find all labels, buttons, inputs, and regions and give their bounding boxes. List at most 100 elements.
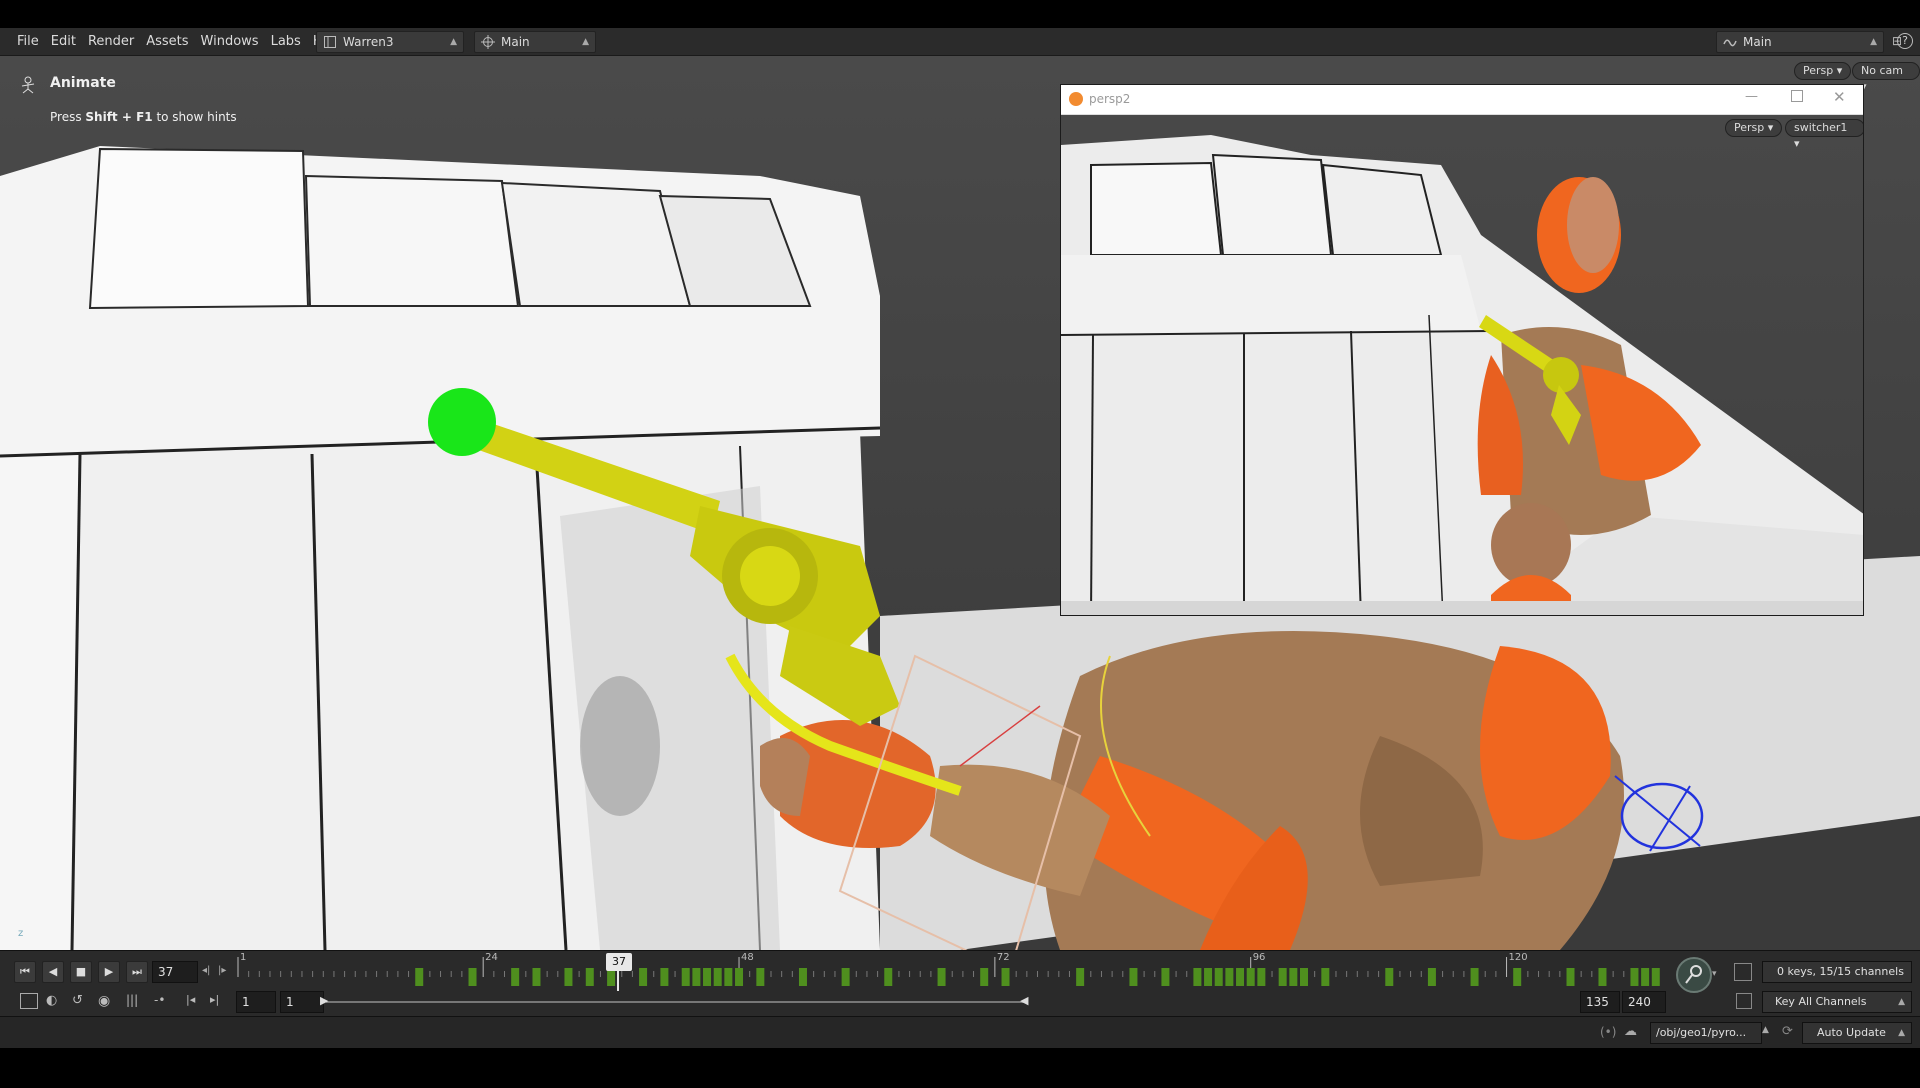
keyframe-marker[interactable] — [1651, 968, 1660, 986]
close-icon[interactable]: ✕ — [1833, 88, 1846, 106]
keyframe-marker[interactable] — [1225, 968, 1234, 986]
keys-button[interactable] — [1676, 957, 1712, 993]
menu-render[interactable]: Render — [82, 28, 140, 56]
keyframe-marker[interactable] — [639, 968, 648, 986]
keyframe-marker[interactable] — [735, 968, 744, 986]
key-mode-icon[interactable] — [1736, 993, 1752, 1009]
context-selector[interactable]: Main ▲ — [1716, 31, 1884, 53]
range-end-field[interactable]: 135 — [1580, 991, 1620, 1013]
keyframe-marker[interactable] — [1641, 968, 1650, 986]
persp2-viewport[interactable]: Persp ▾ switcher1 ▾ — [1061, 115, 1863, 615]
keyframe-marker[interactable] — [724, 968, 733, 986]
persp2-persp-menu[interactable]: Persp ▾ — [1725, 119, 1783, 137]
cloud-icon[interactable]: ☁ — [1624, 1024, 1637, 1039]
keyframe-marker[interactable] — [468, 968, 477, 986]
menu-assets[interactable]: Assets — [140, 28, 194, 56]
minimize-icon[interactable]: — — [1745, 89, 1758, 104]
desktop-selector[interactable]: Warren3 ▲ — [316, 31, 464, 53]
keyframe-marker[interactable] — [1566, 968, 1575, 986]
keyframe-marker[interactable] — [1204, 968, 1213, 986]
keyframe-marker[interactable] — [713, 968, 722, 986]
range-slider-end-handle[interactable]: ◀ — [1020, 994, 1028, 1007]
switcher-menu[interactable]: switcher1 ▾ — [1785, 119, 1863, 150]
menu-labs[interactable]: Labs — [265, 28, 307, 56]
range-slider-start-handle[interactable]: ▶ — [320, 994, 328, 1007]
clock-icon[interactable]: ◉ — [98, 993, 110, 1009]
keyframe-marker[interactable] — [564, 968, 573, 986]
keyframe-marker[interactable] — [1630, 968, 1639, 986]
keyframe-marker[interactable] — [798, 968, 807, 986]
keyframe-marker[interactable] — [756, 968, 765, 986]
animate-tool-icon — [18, 74, 38, 94]
keyframe-marker[interactable] — [532, 968, 541, 986]
keyframe-marker[interactable] — [1427, 968, 1436, 986]
keyframe-marker[interactable] — [1289, 968, 1298, 986]
keyframe-marker[interactable] — [1385, 968, 1394, 986]
step-back-button[interactable]: ◀ — [42, 961, 64, 983]
keyframe-marker[interactable] — [1257, 968, 1266, 986]
keyframe-marker[interactable] — [1278, 968, 1287, 986]
keyframe-marker[interactable] — [1129, 968, 1138, 986]
range-start2-field[interactable]: 1 — [280, 991, 324, 1013]
persp2-titlebar[interactable]: persp2 — ✕ — [1061, 85, 1863, 115]
keyframe-marker[interactable] — [1161, 968, 1170, 986]
audio-icon[interactable]: ◐ — [46, 993, 57, 1008]
persp2-window[interactable]: persp2 — ✕ Persp ▾ switcher1 ▾ — [1060, 84, 1864, 616]
jump-end-button[interactable]: ⏭ — [126, 961, 148, 983]
node-path-field[interactable]: /obj/geo1/pyro... — [1650, 1022, 1762, 1044]
scope-icon[interactable]: -• — [154, 993, 165, 1007]
keyframe-marker[interactable] — [1001, 968, 1010, 986]
update-mode-select[interactable]: Auto Update ▲ — [1802, 1022, 1912, 1044]
keyframe-marker[interactable] — [692, 968, 701, 986]
stop-button[interactable]: ■ — [70, 961, 92, 983]
keyframe-marker[interactable] — [1246, 968, 1255, 986]
key-mode-select[interactable]: Key All Channels ▲ — [1762, 991, 1912, 1013]
range-start-field[interactable]: 1 — [236, 991, 276, 1013]
current-frame-field[interactable]: 37 — [152, 961, 198, 983]
keyframe-marker[interactable] — [884, 968, 893, 986]
menu-windows[interactable]: Windows — [195, 28, 265, 56]
persp-camera-menu[interactable]: Persp ▾ — [1794, 62, 1852, 80]
next-key-icon[interactable]: |▸ — [218, 965, 226, 976]
prev-key-icon[interactable]: ◂| — [202, 965, 210, 976]
keyframe-marker[interactable] — [1470, 968, 1479, 986]
current-frame-marker[interactable]: 37 — [606, 953, 632, 971]
keyframe-marker[interactable] — [1513, 968, 1522, 986]
dopesheet-icon[interactable] — [1734, 963, 1752, 981]
keyframe-marker[interactable] — [1193, 968, 1202, 986]
keyframe-marker[interactable] — [980, 968, 989, 986]
network-status-icon[interactable]: (•) — [1600, 1025, 1616, 1039]
menu-edit[interactable]: Edit — [45, 28, 82, 56]
keyframe-marker[interactable] — [681, 968, 690, 986]
keys-dropdown-icon[interactable]: ▾ — [1712, 969, 1717, 979]
keyframe-marker[interactable] — [585, 968, 594, 986]
frame-ruler[interactable]: 1 24 48 72 96 120 — [232, 951, 1662, 991]
range-end-icon[interactable]: ▸| — [210, 993, 219, 1006]
keyframe-marker[interactable] — [1236, 968, 1245, 986]
play-button[interactable]: ▶ — [98, 961, 120, 983]
keyframe-marker[interactable] — [1214, 968, 1223, 986]
keyframe-marker[interactable] — [1076, 968, 1085, 986]
jump-start-button[interactable]: ⏮ — [14, 961, 36, 983]
help-icon[interactable]: ? — [1897, 33, 1913, 49]
keyframe-marker[interactable] — [841, 968, 850, 986]
keyframe-marker[interactable] — [1300, 968, 1308, 986]
keyframe-marker[interactable] — [937, 968, 946, 986]
range-slider[interactable] — [326, 1001, 1026, 1003]
menu-file[interactable]: File — [0, 28, 45, 56]
keyframe-marker[interactable] — [660, 968, 669, 986]
global-end-field[interactable]: 240 — [1622, 991, 1666, 1013]
range-start-icon[interactable]: |◂ — [186, 993, 195, 1006]
maximize-icon[interactable] — [1791, 90, 1803, 102]
camera-menu[interactable]: No cam ▾ — [1852, 62, 1920, 93]
keyframe-marker[interactable] — [1321, 968, 1330, 986]
keyframe-marker[interactable] — [1598, 968, 1607, 986]
keyframe-marker[interactable] — [511, 968, 520, 986]
keyframe-marker[interactable] — [703, 968, 712, 986]
network-selector[interactable]: Main ▲ — [474, 31, 596, 53]
frame-step-icon[interactable]: ||| — [126, 993, 138, 1007]
keyframe-marker[interactable] — [415, 968, 424, 986]
refresh-icon[interactable]: ⟳ — [1782, 1024, 1793, 1039]
loop-icon[interactable]: ↺ — [72, 993, 83, 1008]
realtime-toggle-icon[interactable] — [20, 993, 38, 1009]
